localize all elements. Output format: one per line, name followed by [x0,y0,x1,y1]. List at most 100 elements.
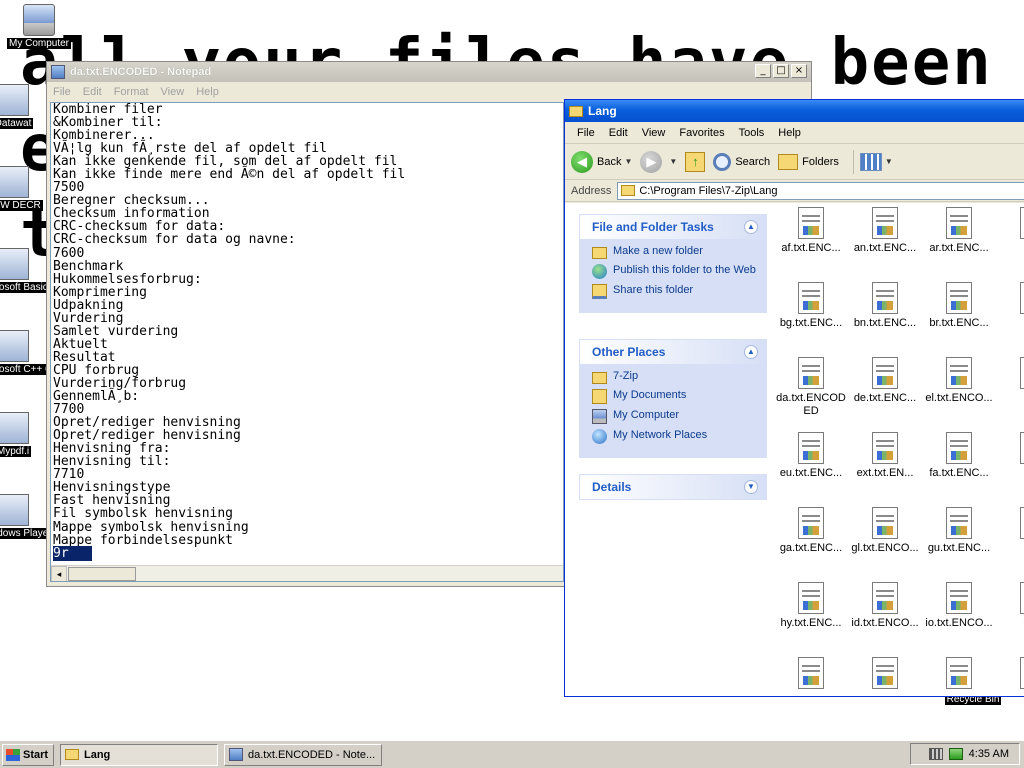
menu-format[interactable]: Format [114,86,149,98]
file-item[interactable]: an.txt.ENC... [847,207,923,255]
file-item[interactable]: da.txt.ENCODED [773,357,849,418]
expand-icon[interactable]: ▼ [744,480,758,494]
file-folder-tasks-header[interactable]: File and Folder Tasks ▲ [580,215,766,239]
network-icon[interactable] [948,748,963,760]
file-item[interactable]: gl.txt.ENCO... [847,507,923,555]
file-item[interactable]: gu.txt.ENC... [921,507,997,555]
share-folder-icon [592,284,607,299]
file-item[interactable]: bg.txt.ENC... [773,282,849,330]
file-item[interactable]: ga.txt.ENC... [773,507,849,555]
file-item[interactable]: en. [995,357,1024,405]
file-item[interactable]: ext.txt.EN... [847,432,923,480]
text-file-icon [946,582,972,614]
file-item[interactable] [995,657,1024,692]
file-name: ar.txt.ENC... [929,242,989,254]
details-header[interactable]: Details ▼ [580,475,766,499]
file-item[interactable]: ar.txt.ENC... [921,207,997,255]
file-item[interactable]: fa.txt.ENC... [921,432,997,480]
address-input[interactable]: C:\Program Files\7-Zip\Lang [617,181,1024,200]
scroll-thumb[interactable] [68,567,136,581]
taskbar-button-notepad[interactable]: da.txt.ENCODED - Note... [224,743,382,766]
start-button[interactable]: Start [2,743,54,766]
file-icon [0,494,29,526]
menu-view[interactable]: View [161,86,185,98]
text-line: Hukommelsesforbrug: [53,271,202,287]
file-item[interactable]: de.txt.ENC... [847,357,923,405]
menu-edit[interactable]: Edit [609,127,628,139]
task-publish-folder[interactable]: Publish this folder to the Web [592,264,758,279]
file-item[interactable]: is.tx [995,582,1024,630]
collapse-icon[interactable]: ▲ [744,345,758,359]
menu-favorites[interactable]: Favorites [679,127,724,139]
desktop-icon-my-computer[interactable]: My Computer [4,4,74,52]
menu-view[interactable]: View [642,127,666,139]
file-item[interactable]: eu.txt.ENC... [773,432,849,480]
text-line: CRC-checksum for data og navne: [53,232,296,248]
notepad-titlebar[interactable]: da.txt.ENCODED - Notepad _ □ × [47,62,811,82]
place-my-network[interactable]: My Network Places [592,429,758,444]
file-item[interactable]: he. [995,507,1024,555]
horizontal-scrollbar[interactable]: ◂ [51,565,563,581]
desktop-icon-mypdf[interactable]: Mypdf.i [0,412,48,460]
explorer-titlebar[interactable]: Lang [565,100,1024,122]
up-folder-button[interactable]: ↑ [685,151,706,172]
file-item[interactable]: fi.tx [995,432,1024,480]
text-file-icon [1020,432,1024,464]
clock[interactable]: 4:35 AM [969,748,1009,760]
keyboard-icon[interactable] [928,748,943,760]
file-item[interactable]: hy.txt.ENC... [773,582,849,630]
menu-file[interactable]: File [577,127,595,139]
folder-icon [592,372,607,384]
file-item[interactable]: id.txt.ENCO... [847,582,923,630]
notepad-text-area[interactable]: Kombiner filer &Kombiner til: Kombinerer..… [50,102,564,582]
file-item[interactable]: ast [995,207,1024,255]
file-item[interactable] [773,657,849,692]
collapse-icon[interactable]: ▲ [744,220,758,234]
place-my-documents[interactable]: My Documents [592,389,758,404]
desktop-icon-windows-player[interactable]: Windows Player.b [0,494,48,542]
file-name: id.txt.ENCO... [851,617,919,629]
forward-button[interactable]: ▶ ▼ [640,150,677,173]
file-item[interactable]: br.txt.ENC... [921,282,997,330]
explorer-title: Lang [588,104,617,118]
place-my-computer[interactable]: My Computer [592,409,758,424]
windows-flag-icon [6,748,20,761]
task-share-folder[interactable]: Share this folder [592,284,758,299]
scroll-left-arrow[interactable]: ◂ [51,566,67,581]
back-arrow-icon: ◀ [571,150,593,173]
desktop-icon-datawat[interactable]: Datawat [0,84,48,132]
desktop-icon-cpp6[interactable]: Microsoft C++ 6 [0,330,48,378]
task-make-new-folder[interactable]: Make a new folder [592,245,758,259]
file-item[interactable]: io.txt.ENCO... [921,582,997,630]
file-name: io.txt.ENCO... [925,617,993,629]
menu-edit[interactable]: Edit [83,86,102,98]
menu-tools[interactable]: Tools [739,127,765,139]
menu-help[interactable]: Help [778,127,801,139]
text-file-icon [1020,207,1024,239]
explorer-window[interactable]: Lang File Edit View Favorites Tools Help… [564,99,1024,697]
place-7zip[interactable]: 7-Zip [592,370,758,384]
close-button[interactable]: × [791,64,807,78]
menu-help[interactable]: Help [196,86,219,98]
file-item[interactable] [921,657,997,692]
desktop-icon-how-decrypt[interactable]: HOW DECR [0,166,48,214]
other-places-header[interactable]: Other Places ▲ [580,340,766,364]
file-item[interactable]: af.txt.ENC... [773,207,849,255]
minimize-button[interactable]: _ [755,64,771,78]
search-button[interactable]: Search [713,152,770,171]
maximize-button[interactable]: □ [773,64,789,78]
file-item[interactable]: ca.t [995,282,1024,330]
views-button[interactable]: ▼ [859,152,893,171]
back-button[interactable]: ◀ Back ▼ [571,150,632,173]
menu-file[interactable]: File [53,86,71,98]
file-item[interactable]: el.txt.ENCO... [921,357,997,405]
taskbar: Start Lang da.txt.ENCODED - Note... 4:35… [0,740,1024,768]
taskbar-button-lang[interactable]: Lang [60,743,218,766]
folders-button[interactable]: Folders [778,153,839,170]
text-file-icon [946,657,972,689]
file-item[interactable]: bn.txt.ENC... [847,282,923,330]
desktop-icon-basic6[interactable]: Microsoft Basic 6 [0,248,48,296]
text-file-icon [1020,357,1024,389]
file-item[interactable] [847,657,923,692]
task-pane: File and Folder Tasks ▲ Make a new folde… [565,203,773,696]
